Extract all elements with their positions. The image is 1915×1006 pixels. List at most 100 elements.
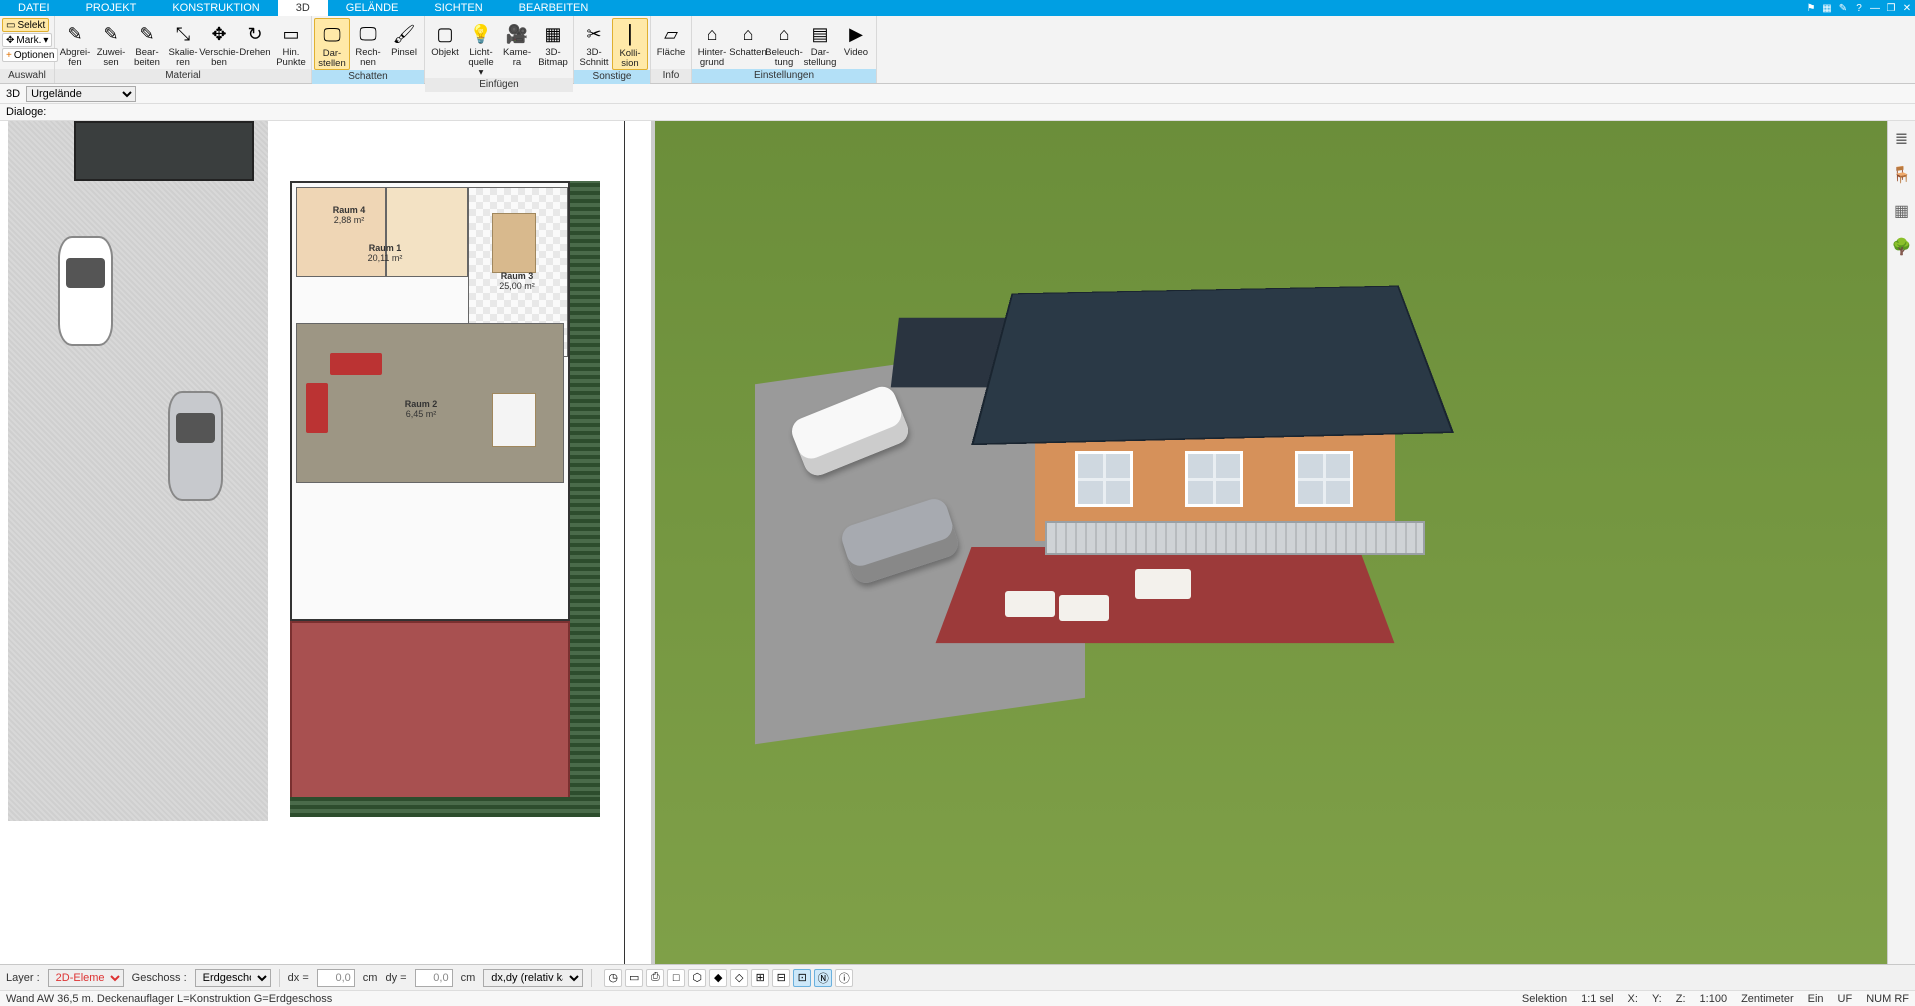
schatten-button[interactable]: ⌂Schatten	[730, 18, 766, 58]
hinpunkt-icon: ▭	[277, 20, 305, 48]
toggle-icon-6[interactable]: ◇	[730, 969, 748, 987]
tree-icon[interactable]: 🌳	[1892, 237, 1912, 257]
toggle-icon-1[interactable]: ▭	[625, 969, 643, 987]
toggle-icon-3[interactable]: □	[667, 969, 685, 987]
video-label: Video	[844, 48, 868, 58]
ribbon: ▭Selekt ✥Mark.▾ +Optionen Auswahl ✎Abgre…	[0, 16, 1915, 84]
coord-mode-select[interactable]: dx,dy (relativ ka	[483, 969, 583, 987]
layers-icon[interactable]: ≣	[1895, 129, 1908, 149]
schatten-icon: ⌂	[734, 20, 762, 48]
toggle-icon-11[interactable]: ⓘ	[835, 969, 853, 987]
verschieben-icon: ✥	[205, 20, 233, 48]
dy-input[interactable]	[415, 969, 453, 987]
room4-label: Raum 42,88 m²	[314, 205, 384, 225]
hintergrund-button[interactable]: ⌂Hinter- grund	[694, 18, 730, 68]
abgreifen-button[interactable]: ✎Abgrei- fen	[57, 18, 93, 68]
lichtquelle-button[interactable]: 💡Licht- quelle ▾	[463, 18, 499, 78]
minimize-icon[interactable]: —	[1867, 0, 1883, 16]
video-button[interactable]: ▶Video	[838, 18, 874, 58]
menu-tab-sichten[interactable]: SICHTEN	[416, 0, 500, 16]
toggle-icon-0[interactable]: ◷	[604, 969, 622, 987]
ribbon-group-auswahl: ▭Selekt ✥Mark.▾ +Optionen Auswahl	[0, 16, 55, 83]
mark-button[interactable]: ✥Mark.▾	[2, 33, 52, 47]
close-icon[interactable]: ✕	[1899, 0, 1915, 16]
menu-tab-konstruktion[interactable]: KONSTRUKTION	[154, 0, 277, 16]
zuweisen-icon: ✎	[97, 20, 125, 48]
bearbeiten-button[interactable]: ✎Bear- beiten	[129, 18, 165, 68]
edit-icon[interactable]: ✎	[1835, 0, 1851, 16]
menu-tab-datei[interactable]: DATEI	[0, 0, 68, 16]
rechnen-button[interactable]: 🖵Rech- nen	[350, 18, 386, 68]
darstellung-label: Dar- stellung	[804, 48, 837, 68]
dx-input[interactable]	[317, 969, 355, 987]
selekt-button[interactable]: ▭Selekt	[2, 18, 49, 32]
palette-icon[interactable]: ▦	[1894, 201, 1909, 221]
drehen-button[interactable]: ↻Drehen	[237, 18, 273, 58]
lounger-1	[1005, 591, 1055, 617]
status-scale: 1:100	[1700, 993, 1728, 1005]
pinsel-button[interactable]: 🖌Pinsel	[386, 18, 422, 58]
objekt-button[interactable]: ▢Objekt	[427, 18, 463, 58]
room3-label: Raum 325,00 m²	[482, 271, 552, 291]
help-icon[interactable]: ?	[1851, 0, 1867, 16]
toggle-icon-4[interactable]: ⬡	[688, 969, 706, 987]
darstellung-button[interactable]: ▤Dar- stellung	[802, 18, 838, 68]
abgreifen-icon: ✎	[61, 20, 89, 48]
zuweisen-label: Zuwei- sen	[97, 48, 126, 68]
toggle-icon-5[interactable]: ◆	[709, 969, 727, 987]
hedge-right	[570, 181, 600, 811]
flaeche-button[interactable]: ▱Fläche	[653, 18, 689, 58]
3dbitmap-label: 3D- Bitmap	[538, 48, 568, 68]
ribbon-group-schatten: 🖵Dar- stellen🖵Rech- nen🖌PinselSchatten	[312, 16, 425, 83]
dialogs-label: Dialoge:	[6, 106, 46, 118]
flaeche-icon: ▱	[657, 20, 685, 48]
skalieren-label: Skalie- ren	[168, 48, 197, 68]
view-3d[interactable]: ≣ 🪑 ▦ 🌳	[655, 121, 1915, 964]
kollision-button[interactable]: ⎮Kolli- sion	[612, 18, 648, 70]
skalieren-button[interactable]: ⤡Skalie- ren	[165, 18, 201, 68]
grid-icon[interactable]: ▦	[1819, 0, 1835, 16]
status-y: Y:	[1652, 993, 1662, 1005]
kamera-button[interactable]: 🎥Kame- ra	[499, 18, 535, 68]
hinpunkt-button[interactable]: ▭Hin. Punkte	[273, 18, 309, 68]
menu-tab-projekt[interactable]: PROJEKT	[68, 0, 155, 16]
zuweisen-button[interactable]: ✎Zuwei- sen	[93, 18, 129, 68]
menu-tab-bearbeiten[interactable]: BEARBEITEN	[501, 0, 607, 16]
furn-icon[interactable]: 🪑	[1892, 165, 1912, 185]
3dschnitt-button[interactable]: ✂3D- Schnitt	[576, 18, 612, 68]
ribbon-group-sonstige: ✂3D- Schnitt⎮Kolli- sionSonstige	[574, 16, 651, 83]
patio-table	[1135, 569, 1191, 599]
lichtquelle-label: Licht- quelle ▾	[467, 48, 495, 78]
toggle-icon-8[interactable]: ⊟	[772, 969, 790, 987]
group-label: Sonstige	[574, 70, 650, 84]
darstellen-button[interactable]: 🖵Dar- stellen	[314, 18, 350, 70]
status-x: X:	[1628, 993, 1638, 1005]
menu-tab-3d[interactable]: 3D	[278, 0, 328, 16]
view-2d[interactable]: Raum 42,88 m² Raum 120,11 m² Raum 325,00…	[0, 121, 655, 964]
layer-select-bottom[interactable]: 2D-Elemen	[48, 969, 124, 987]
3dbitmap-icon: ▦	[539, 20, 567, 48]
beleuchtung-icon: ⌂	[770, 20, 798, 48]
flag-icon[interactable]: ⚑	[1803, 0, 1819, 16]
verschieben-button[interactable]: ✥Verschie- ben	[201, 18, 237, 68]
flaeche-label: Fläche	[657, 48, 686, 58]
toggle-icon-7[interactable]: ⊞	[751, 969, 769, 987]
toggle-icon-9[interactable]: ⊡	[793, 969, 811, 987]
geschoss-select[interactable]: Erdgeschos	[195, 969, 271, 987]
lichtquelle-icon: 💡	[467, 20, 495, 48]
bearbeiten-label: Bear- beiten	[134, 48, 160, 68]
toggle-icon-2[interactable]: ⎙	[646, 969, 664, 987]
darstellung-icon: ▤	[806, 20, 834, 48]
3dbitmap-button[interactable]: ▦3D- Bitmap	[535, 18, 571, 68]
maximize-icon[interactable]: ❐	[1883, 0, 1899, 16]
house-3d	[935, 201, 1515, 601]
beleuchtung-button[interactable]: ⌂Beleuch- tung	[766, 18, 802, 68]
toggle-icon-10[interactable]: Ⓝ	[814, 969, 832, 987]
garage-2d	[74, 121, 254, 181]
group-label: Einstellungen	[692, 69, 876, 83]
objekt-label: Objekt	[431, 48, 458, 58]
menu-tab-gelände[interactable]: GELÄNDE	[328, 0, 417, 16]
layer-select[interactable]: Urgelände	[26, 86, 136, 102]
pinsel-icon: 🖌	[390, 20, 418, 48]
optionen-button[interactable]: +Optionen	[2, 48, 58, 62]
